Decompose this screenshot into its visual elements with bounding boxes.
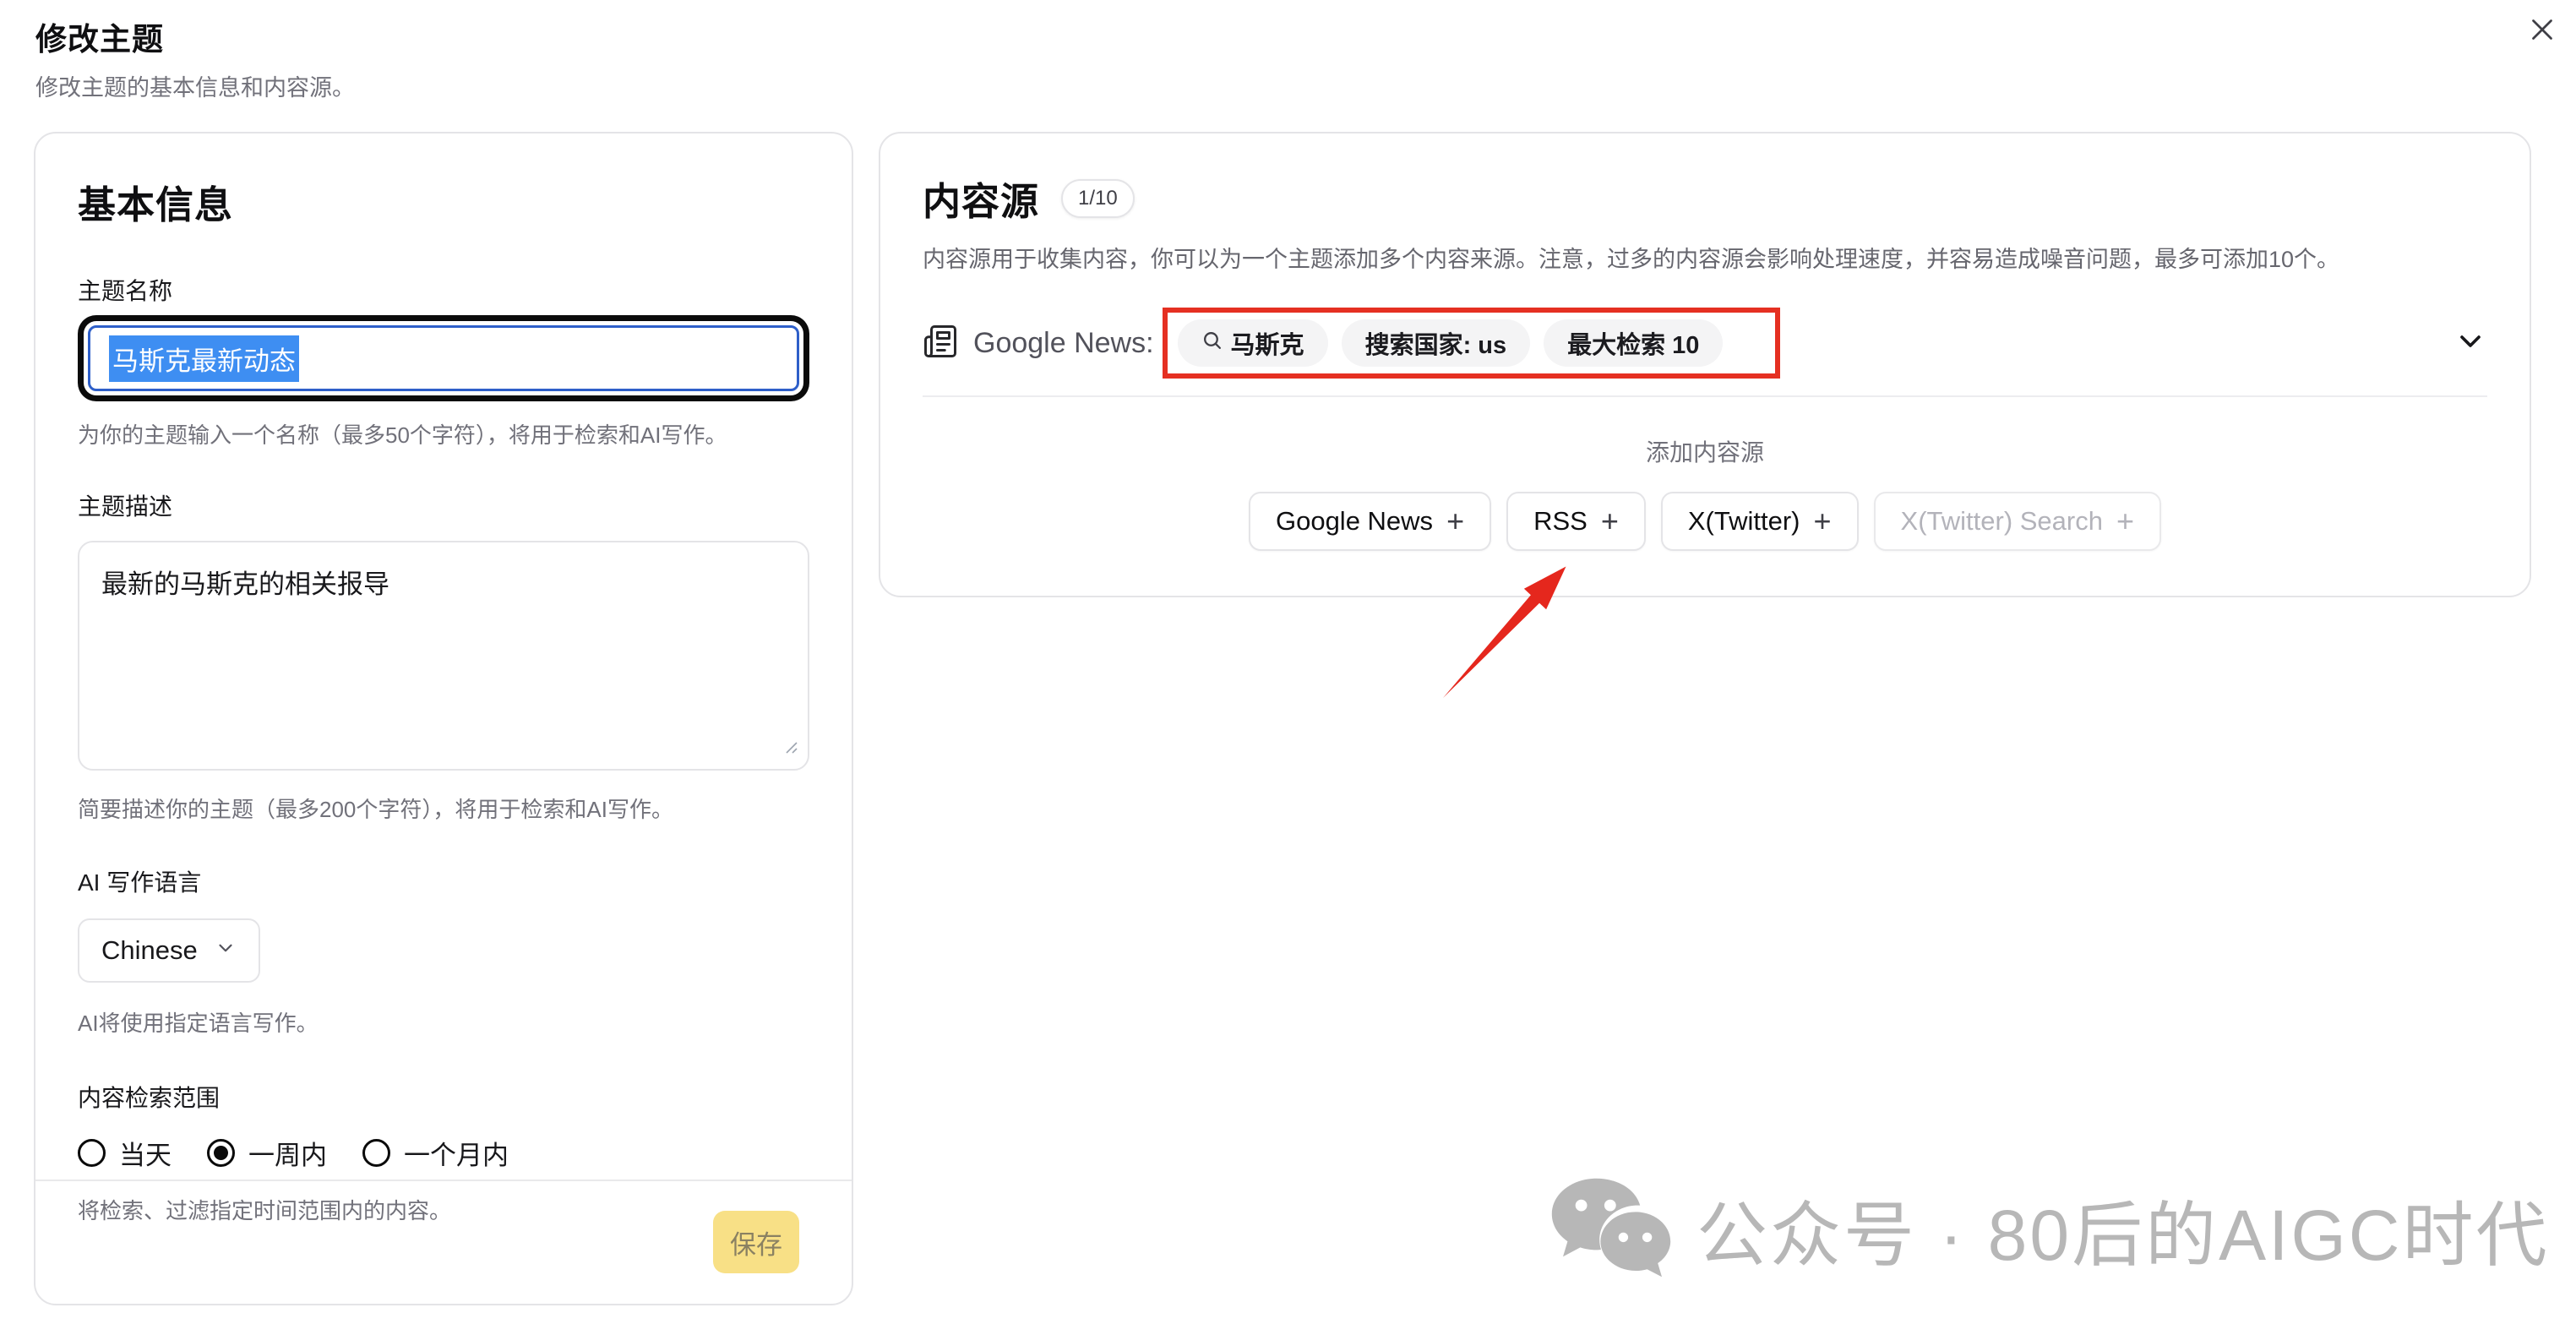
red-annotation-box: 马斯克 搜索国家: us 最大检索 10	[1163, 308, 1781, 379]
language-label: AI 写作语言	[78, 864, 809, 898]
basic-info-title: 基本信息	[78, 174, 809, 229]
add-twitter-search-button[interactable]: X(Twitter) Search +	[1874, 492, 2161, 551]
annotation-arrow	[1441, 564, 1568, 706]
radio-icon	[78, 1139, 106, 1167]
radio-option-week[interactable]: 一周内	[207, 1134, 327, 1172]
plus-icon: +	[1601, 506, 1619, 537]
sources-description: 内容源用于收集内容，你可以为一个主题添加多个内容来源。注意，过多的内容源会影响处…	[923, 241, 2487, 274]
page-subtitle: 修改主题的基本信息和内容源。	[35, 69, 355, 102]
radio-icon	[362, 1139, 390, 1167]
add-google-news-button[interactable]: Google News +	[1249, 492, 1491, 551]
add-twitter-button[interactable]: X(Twitter) +	[1661, 492, 1859, 551]
tag-max-results: 最大检索 10	[1544, 319, 1723, 367]
close-icon	[2527, 14, 2557, 47]
basic-info-footer: 保存	[35, 1180, 852, 1304]
page-title: 修改主题	[35, 14, 355, 59]
provider-label: Google News:	[973, 327, 1154, 360]
content-sources-card: 内容源 1/10 内容源用于收集内容，你可以为一个主题添加多个内容来源。注意，过…	[879, 132, 2531, 597]
language-help: AI将使用指定语言写作。	[78, 1006, 809, 1038]
divider	[923, 395, 2487, 397]
watermark: 公众号 · 80后的AIGC时代	[1548, 1174, 2549, 1285]
topic-name-help: 为你的主题输入一个名称（最多50个字符），将用于检索和AI写作。	[78, 418, 809, 450]
close-button[interactable]	[2524, 12, 2561, 49]
add-source-section: 添加内容源 Google News + RSS + X(Twitter) + X…	[923, 434, 2487, 551]
radio-option-today[interactable]: 当天	[78, 1134, 172, 1172]
topic-name-input[interactable]: 马斯克最新动态	[88, 325, 799, 391]
watermark-text: 公众号 · 80后的AIGC时代	[1696, 1179, 2549, 1281]
topic-name-value: 马斯克最新动态	[109, 335, 299, 382]
language-value: Chinese	[101, 935, 198, 966]
sources-title: 内容源	[923, 171, 1039, 226]
topic-desc-value: 最新的马斯克的相关报导	[101, 569, 389, 599]
save-button[interactable]: 保存	[713, 1211, 799, 1273]
add-source-buttons: Google News + RSS + X(Twitter) + X(Twitt…	[923, 492, 2487, 551]
search-icon	[1201, 330, 1223, 357]
source-row-google-news[interactable]: Google News: 马斯克 搜索国家: us 最大检索 10	[923, 308, 2487, 379]
dialog-header: 修改主题 修改主题的基本信息和内容源。	[35, 14, 355, 102]
sources-count-badge: 1/10	[1061, 179, 1135, 218]
chevron-down-icon[interactable]	[2453, 324, 2487, 362]
plus-icon: +	[1446, 506, 1464, 537]
tag-keyword: 马斯克	[1178, 319, 1328, 367]
basic-info-card: 基本信息 主题名称 马斯克最新动态 为你的主题输入一个名称（最多50个字符），将…	[34, 132, 853, 1305]
plus-icon: +	[2116, 506, 2134, 537]
topic-name-label: 主题名称	[78, 273, 809, 307]
chevron-down-icon	[215, 935, 237, 966]
resize-handle-icon[interactable]	[782, 732, 799, 762]
wechat-icon	[1548, 1174, 1675, 1285]
newspaper-icon	[923, 324, 958, 363]
range-radio-group: 当天 一周内 一个月内	[78, 1134, 809, 1172]
radio-option-month[interactable]: 一个月内	[362, 1134, 509, 1172]
topic-desc-label: 主题描述	[78, 488, 809, 522]
language-select[interactable]: Chinese	[78, 918, 260, 983]
add-rss-button[interactable]: RSS +	[1506, 492, 1646, 551]
tag-country: 搜索国家: us	[1342, 319, 1531, 367]
add-source-label: 添加内容源	[923, 434, 2487, 468]
radio-checked-icon	[207, 1139, 235, 1167]
plus-icon: +	[1814, 506, 1832, 537]
topic-desc-textarea[interactable]: 最新的马斯克的相关报导	[78, 541, 809, 771]
topic-desc-help: 简要描述你的主题（最多200个字符），将用于检索和AI写作。	[78, 793, 809, 824]
sources-header: 内容源 1/10	[923, 171, 2487, 226]
range-label: 内容检索范围	[78, 1080, 809, 1114]
